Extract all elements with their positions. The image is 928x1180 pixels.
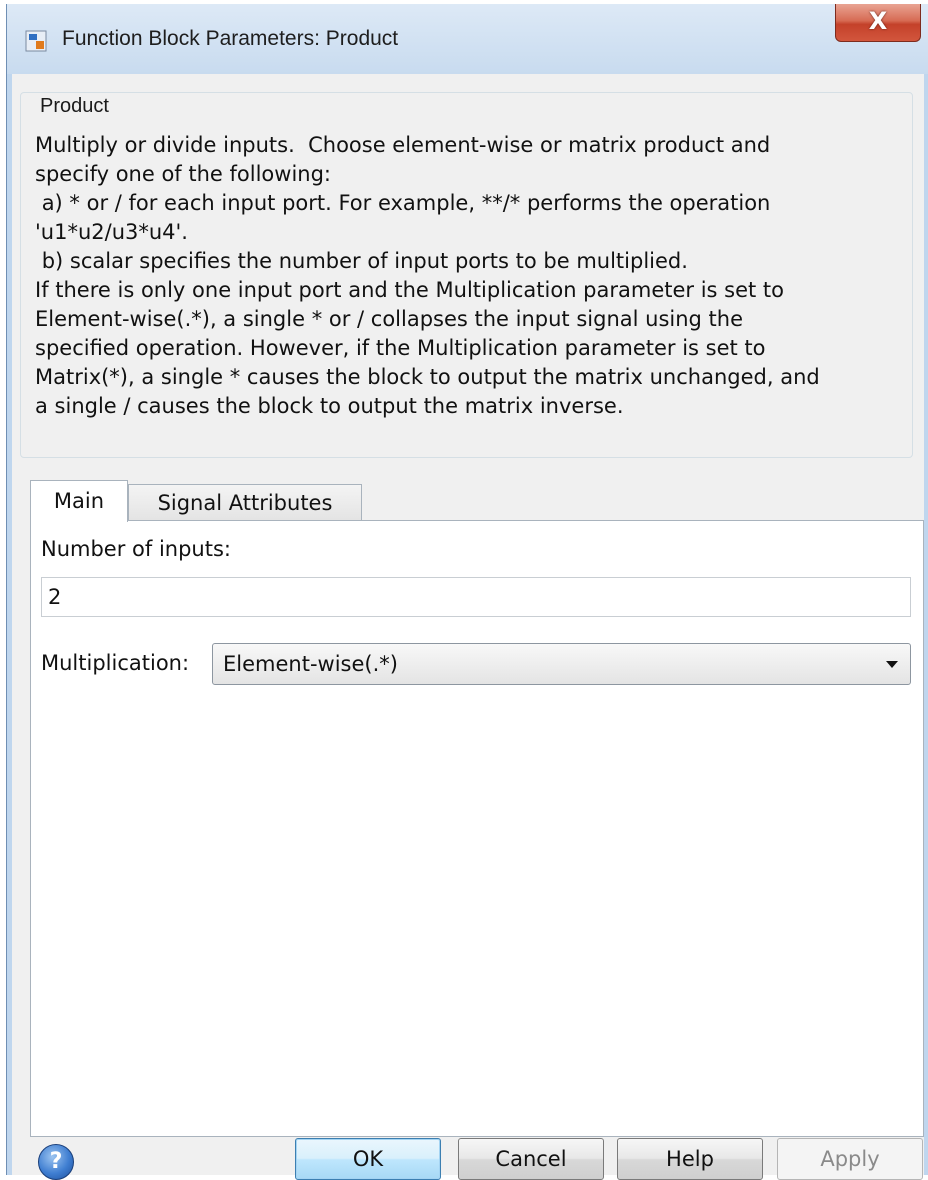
number-of-inputs-field[interactable]: 2 [41, 577, 911, 617]
multiplication-select[interactable]: Element-wise(.*) [212, 643, 911, 685]
simulink-block-icon [25, 30, 47, 52]
title-bar[interactable]: Function Block Parameters: Product X [7, 4, 928, 74]
multiplication-label: Multiplication: [41, 651, 190, 675]
number-of-inputs-label: Number of inputs: [41, 537, 231, 561]
close-icon: X [868, 7, 888, 35]
multiplication-value: Element-wise(.*) [223, 652, 398, 676]
window-title: Function Block Parameters: Product [62, 27, 399, 50]
ok-button[interactable]: OK [295, 1138, 441, 1180]
description-group: Product Multiply or divide inputs. Choos… [20, 92, 913, 458]
close-button[interactable]: X [835, 4, 921, 42]
tab-main[interactable]: Main [30, 480, 128, 522]
cancel-button[interactable]: Cancel [458, 1138, 604, 1180]
main-tab-panel: Number of inputs: 2 Multiplication: Elem… [30, 520, 924, 1137]
tab-signal-attributes[interactable]: Signal Attributes [128, 484, 362, 522]
dialog-body: Product Multiply or divide inputs. Choos… [12, 74, 924, 1180]
dialog-window: Function Block Parameters: Product X Pro… [6, 4, 928, 1180]
dropdown-arrow-icon [886, 661, 898, 668]
block-description: Multiply or divide inputs. Choose elemen… [35, 133, 820, 418]
group-legend: Product [35, 95, 114, 118]
help-button[interactable]: Help [617, 1138, 763, 1180]
apply-button[interactable]: Apply [777, 1138, 923, 1180]
